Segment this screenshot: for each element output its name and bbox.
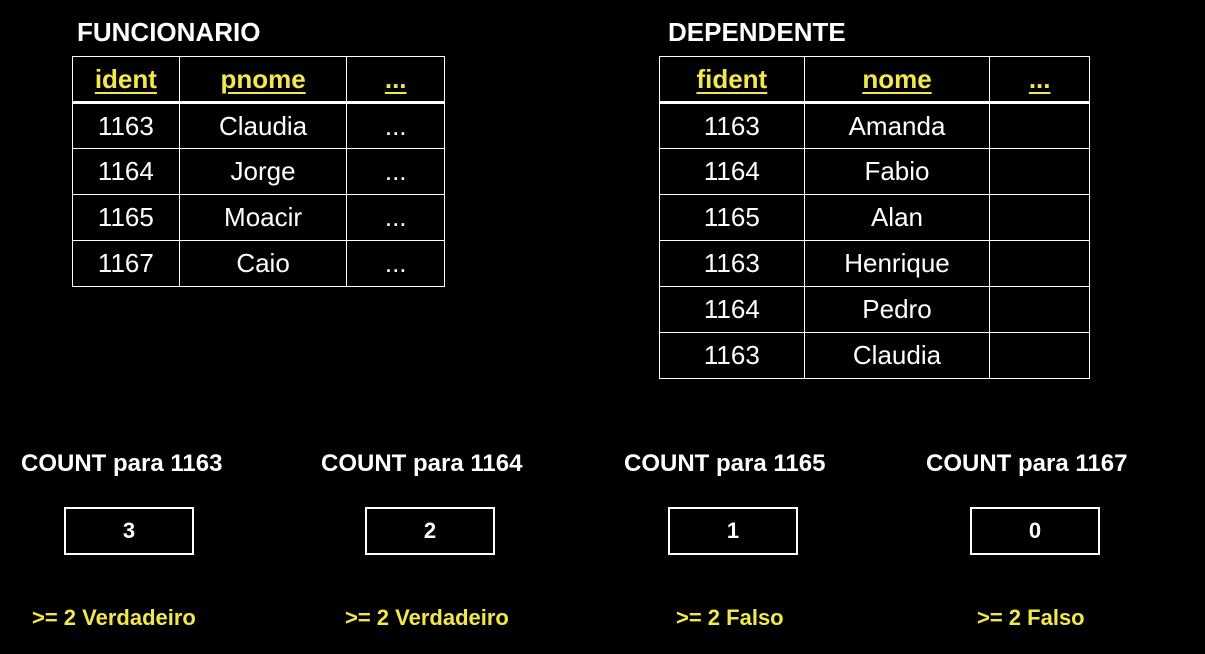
count-label: COUNT para 1163 (21, 450, 223, 477)
count-result: >= 2 Verdadeiro (345, 605, 509, 630)
column-header: ident (72, 56, 180, 103)
table-cell: Jorge (178, 148, 348, 195)
table-cell (989, 240, 1090, 287)
count-label: COUNT para 1167 (926, 450, 1128, 477)
count-value-box: 0 (970, 507, 1100, 555)
column-header: pnome (178, 56, 348, 103)
count-result: >= 2 Falso (676, 605, 784, 630)
table-cell: 1165 (659, 194, 805, 241)
table-cell: Moacir (178, 194, 348, 241)
count-result: >= 2 Verdadeiro (32, 605, 196, 630)
table-cell: 1164 (659, 286, 805, 333)
dependente-table: fident nome ... 1163 Amanda 1164 Fabio 1… (659, 56, 1090, 379)
count-label: COUNT para 1164 (321, 450, 523, 477)
table-cell: Pedro (803, 286, 991, 333)
table-cell: Fabio (803, 148, 991, 195)
funcionario-table: ident pnome ... 1163 Claudia ... 1164 Jo… (72, 56, 445, 287)
table-cell: 1164 (659, 148, 805, 195)
table-cell: Henrique (803, 240, 991, 287)
table-cell: 1164 (72, 148, 180, 195)
table-row: 1164 Jorge ... (72, 148, 445, 195)
funcionario-title: FUNCIONARIO (77, 17, 261, 47)
table-cell: 1163 (659, 332, 805, 379)
table-cell: 1163 (659, 102, 805, 149)
count-value-box: 2 (365, 507, 495, 555)
table-row: 1164 Fabio (659, 148, 1090, 195)
count-label: COUNT para 1165 (624, 450, 826, 477)
table-cell: Claudia (178, 102, 348, 149)
table-row: 1167 Caio ... (72, 240, 445, 287)
column-header: fident (659, 56, 805, 103)
table-cell: 1163 (72, 102, 180, 149)
table-cell: ... (346, 102, 445, 149)
table-cell (989, 102, 1090, 149)
table-row: 1164 Pedro (659, 286, 1090, 333)
table-cell (989, 148, 1090, 195)
table-row: 1163 Claudia ... (72, 102, 445, 149)
funcionario-header-row: ident pnome ... (72, 56, 445, 103)
table-row: 1163 Claudia (659, 332, 1090, 379)
column-header: ... (346, 56, 445, 103)
table-cell (989, 194, 1090, 241)
table-row: 1165 Moacir ... (72, 194, 445, 241)
table-cell: ... (346, 194, 445, 241)
table-row: 1165 Alan (659, 194, 1090, 241)
table-cell: 1167 (72, 240, 180, 287)
table-cell: Alan (803, 194, 991, 241)
table-cell: Amanda (803, 102, 991, 149)
column-header: ... (989, 56, 1090, 103)
count-value-box: 1 (668, 507, 798, 555)
table-row: 1163 Amanda (659, 102, 1090, 149)
table-cell: ... (346, 148, 445, 195)
table-cell (989, 332, 1090, 379)
table-cell: 1165 (72, 194, 180, 241)
count-result: >= 2 Falso (977, 605, 1085, 630)
dependente-title: DEPENDENTE (668, 17, 846, 47)
column-header: nome (803, 56, 991, 103)
table-row: 1163 Henrique (659, 240, 1090, 287)
count-value-box: 3 (64, 507, 194, 555)
table-cell (989, 286, 1090, 333)
table-cell: ... (346, 240, 445, 287)
dependente-header-row: fident nome ... (659, 56, 1090, 103)
table-cell: Caio (178, 240, 348, 287)
table-cell: Claudia (803, 332, 991, 379)
table-cell: 1163 (659, 240, 805, 287)
